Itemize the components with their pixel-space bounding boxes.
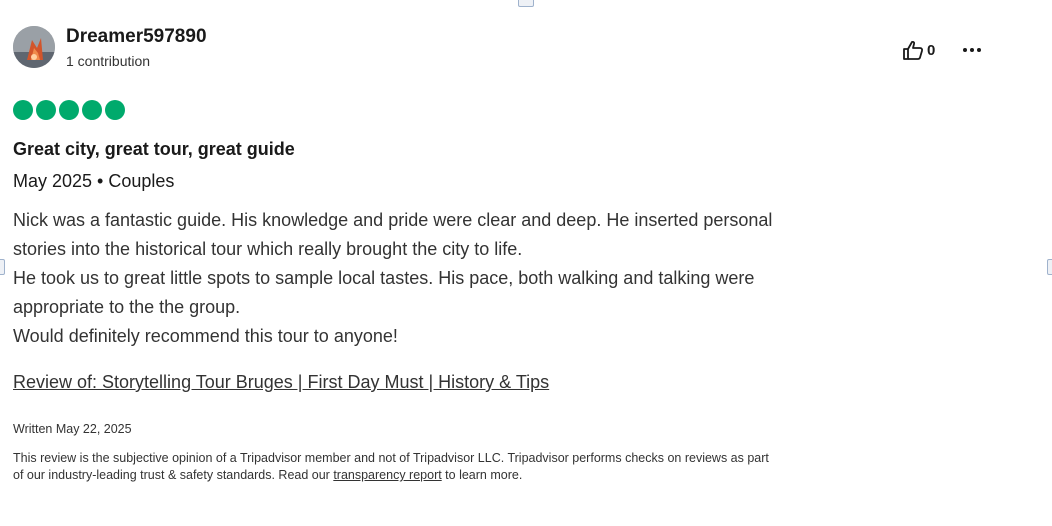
rating-bubble-filled (36, 100, 56, 120)
bubble-rating (13, 100, 125, 120)
review-body-line: Nick was a fantastic guide. His knowledg… (13, 210, 773, 230)
review-body: Nick was a fantastic guide. His knowledg… (13, 206, 1003, 351)
more-options-dot (977, 48, 981, 52)
disclaimer-line: of our industry-leading trust & safety s… (13, 467, 1013, 484)
review-title[interactable]: Great city, great tour, great guide (13, 139, 295, 160)
disclaimer-line: This review is the subjective opinion of… (13, 451, 769, 465)
review-body-line: Would definitely recommend this tour to … (13, 326, 398, 346)
rating-bubble-filled (105, 100, 125, 120)
selection-handle-right[interactable] (1047, 259, 1052, 275)
rating-bubble-filled (13, 100, 33, 120)
review-trip-meta: May 2025 • Couples (13, 171, 175, 191)
transparency-report-link[interactable]: transparency report (333, 468, 441, 482)
rating-bubble-filled (82, 100, 102, 120)
review-body-line: stories into the historical tour which r… (13, 239, 523, 259)
more-options-button[interactable] (958, 38, 986, 62)
review-disclaimer: This review is the subjective opinion of… (13, 450, 1013, 484)
selection-handle-left[interactable] (0, 259, 5, 275)
disclaimer-text: of our industry-leading trust & safety s… (13, 468, 334, 482)
helpful-vote-count: 0 (927, 41, 936, 59)
review-body-line: He took us to great little spots to samp… (13, 268, 755, 288)
disclaimer-text: to learn more. (441, 468, 523, 482)
selection-handle-top[interactable] (518, 0, 534, 7)
more-options-dot (970, 48, 974, 52)
thumbs-up-icon (903, 40, 924, 60)
review-of-link[interactable]: Review of: Storytelling Tour Bruges | Fi… (13, 372, 549, 393)
avatar[interactable] (13, 26, 55, 68)
rating-bubble-filled (59, 100, 79, 120)
more-options-icon (963, 48, 967, 52)
avatar-image (13, 26, 55, 68)
helpful-vote-button[interactable]: 0 (902, 38, 935, 62)
review-author-contributions: 1 contribution (66, 53, 151, 69)
written-date: Written May 22, 2025 (13, 422, 132, 436)
review-body-line: appropriate to the the group. (13, 297, 241, 317)
review-author-name[interactable]: Dreamer597890 (66, 26, 207, 48)
